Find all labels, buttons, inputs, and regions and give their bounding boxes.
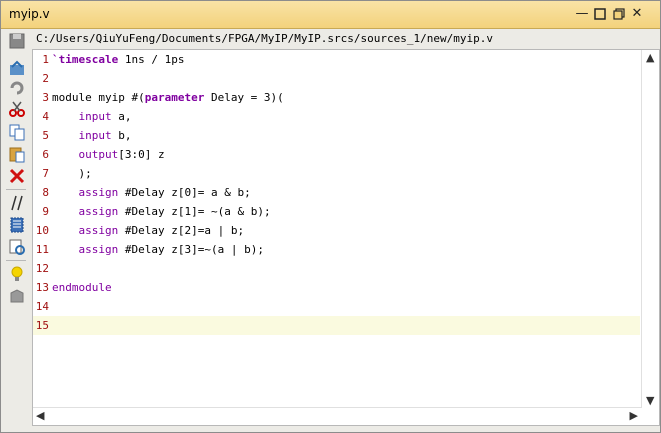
code-text: ); <box>78 167 92 180</box>
line-number: 13 <box>35 281 49 294</box>
line-number: 12 <box>35 262 49 275</box>
code-line[interactable]: 8 assign #Delay z[0]= a & b; <box>33 183 640 202</box>
code-text: input b, <box>78 129 132 142</box>
line-number: 6 <box>42 148 49 161</box>
paste-icon[interactable] <box>8 145 26 163</box>
code-editor[interactable]: 1 `timescale 1ns / 1ps 2 3 module myip #… <box>32 49 660 426</box>
code-line[interactable]: 7 ); <box>33 164 640 183</box>
code-text: endmodule <box>52 281 112 294</box>
code-line[interactable]: 14 <box>33 297 640 316</box>
code-line[interactable]: 11 assign #Delay z[3]=~(a | b); <box>33 240 640 259</box>
line-number: 5 <box>42 129 49 142</box>
window-title: myip.v <box>9 7 50 21</box>
save-icon[interactable] <box>8 32 26 50</box>
line-number: 3 <box>42 91 49 104</box>
title-bar[interactable]: myip.v — ✕ <box>1 1 660 29</box>
reload-icon[interactable] <box>8 59 26 77</box>
line-number: 10 <box>35 224 49 237</box>
copy-icon[interactable] <box>8 123 26 141</box>
scroll-up-icon[interactable]: ▲ <box>646 51 654 64</box>
code-line[interactable]: 5 input b, <box>33 126 640 145</box>
close-icon[interactable]: ✕ <box>630 7 644 21</box>
template-icon[interactable] <box>8 287 26 305</box>
comment-icon[interactable] <box>8 194 26 212</box>
vertical-scrollbar[interactable]: ▲ ▼ <box>641 50 659 408</box>
line-number: 8 <box>42 186 49 199</box>
minimize-icon[interactable]: — <box>575 7 589 21</box>
code-line[interactable]: 1 `timescale 1ns / 1ps <box>33 50 640 69</box>
hint-icon[interactable] <box>8 265 26 283</box>
code-text: assign #Delay z[1]= ~(a & b); <box>78 205 271 218</box>
code-line[interactable]: 13 endmodule <box>33 278 640 297</box>
line-number: 7 <box>42 167 49 180</box>
toolbar-separator <box>6 189 26 190</box>
line-number: 2 <box>42 72 49 85</box>
code-line[interactable]: 2 <box>33 69 640 88</box>
code-text: assign #Delay z[3]=~(a | b); <box>78 243 264 256</box>
delete-icon[interactable] <box>8 167 26 185</box>
code-text: input a, <box>78 110 132 123</box>
find-icon[interactable] <box>8 238 26 256</box>
scroll-left-icon[interactable]: ◀ <box>36 409 44 422</box>
restore-icon[interactable] <box>593 7 607 21</box>
line-number: 14 <box>35 300 49 313</box>
scroll-down-icon[interactable]: ▼ <box>646 394 654 407</box>
float-icon[interactable] <box>612 7 626 21</box>
line-number: 15 <box>35 319 49 332</box>
line-number: 1 <box>42 53 49 66</box>
line-number: 4 <box>42 110 49 123</box>
code-line[interactable]: 6 output[3:0] z <box>33 145 640 164</box>
code-text: module myip #(parameter Delay = 3)( <box>52 91 284 104</box>
code-line[interactable]: 4 input a, <box>33 107 640 126</box>
file-path: C:/Users/QiuYuFeng/Documents/FPGA/MyIP/M… <box>36 32 493 45</box>
code-text: assign #Delay z[0]= a & b; <box>78 186 251 199</box>
code-line-current[interactable]: 15 <box>33 316 640 335</box>
code-line[interactable]: 9 assign #Delay z[1]= ~(a & b); <box>33 202 640 221</box>
line-number: 11 <box>35 243 49 256</box>
toolbar-separator <box>6 260 26 261</box>
undo-icon[interactable] <box>8 79 26 97</box>
code-line[interactable]: 3 module myip #(parameter Delay = 3)( <box>33 88 640 107</box>
line-number: 9 <box>42 205 49 218</box>
code-line[interactable]: 10 assign #Delay z[2]=a | b; <box>33 221 640 240</box>
code-text: `timescale 1ns / 1ps <box>52 53 185 66</box>
code-line[interactable]: 12 <box>33 259 640 278</box>
code-text: output[3:0] z <box>78 148 165 161</box>
horizontal-scrollbar[interactable]: ◀ ▶ <box>33 407 641 425</box>
editor-toolbar <box>1 29 31 432</box>
editor-window: myip.v — ✕ C:/Users/QiuYuFeng/Documents/… <box>0 0 661 433</box>
scroll-right-icon[interactable]: ▶ <box>630 409 638 422</box>
code-text: assign #Delay z[2]=a | b; <box>78 224 245 237</box>
cut-icon[interactable] <box>8 100 26 118</box>
select-all-icon[interactable] <box>8 216 26 234</box>
